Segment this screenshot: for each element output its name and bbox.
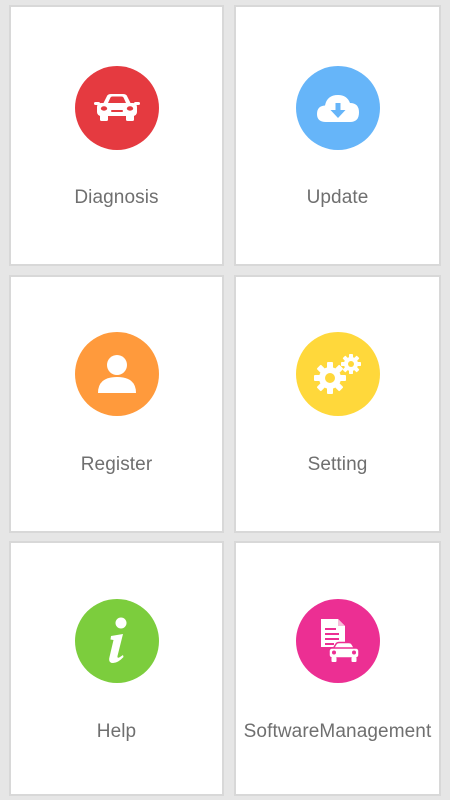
gears-icon	[313, 354, 361, 394]
register-label: Register	[80, 454, 153, 475]
update-tile[interactable]: Update	[234, 5, 441, 266]
setting-tile[interactable]: Setting	[234, 275, 441, 533]
diagnosis-tile[interactable]: Diagnosis	[9, 5, 224, 266]
software-management-tile[interactable]: SoftwareManagement	[234, 541, 441, 796]
cloud-download-icon	[316, 95, 359, 122]
user-icon	[97, 355, 136, 393]
help-icon-circle	[74, 599, 159, 683]
register-icon-circle	[74, 332, 159, 416]
update-icon-circle	[295, 66, 380, 150]
help-tile[interactable]: Help	[9, 541, 224, 796]
setting-label: Setting	[307, 454, 368, 475]
setting-icon-circle	[295, 332, 380, 416]
info-icon	[108, 617, 126, 663]
diagnosis-icon-circle	[74, 66, 159, 150]
document-car-icon	[320, 619, 360, 662]
software-management-icon-circle	[295, 599, 380, 683]
update-label: Update	[306, 187, 369, 208]
car-icon	[93, 94, 140, 121]
help-label: Help	[96, 721, 137, 742]
register-tile[interactable]: Register	[9, 275, 224, 533]
software-management-label: SoftwareManagement	[243, 721, 432, 742]
diagnosis-label: Diagnosis	[74, 187, 159, 208]
